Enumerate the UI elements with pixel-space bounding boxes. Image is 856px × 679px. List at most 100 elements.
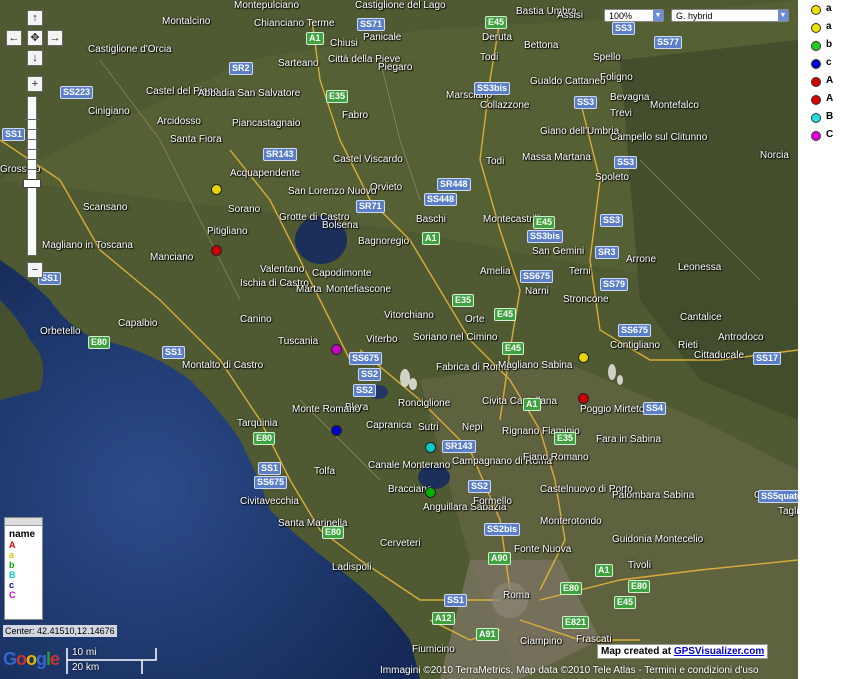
road-shield: E80 (322, 526, 345, 539)
place-label: Chiusi (330, 38, 358, 49)
map-type-value: G. hybrid (676, 11, 713, 21)
place-label: Santa Fiora (170, 134, 222, 145)
road-shield: E45 (485, 16, 508, 29)
place-label: Terni (569, 266, 591, 277)
place-label: Panicale (363, 32, 402, 43)
road-shield: SR143 (263, 148, 297, 161)
place-label: Cinigiano (88, 106, 130, 117)
road-shield: E45 (494, 308, 517, 321)
waypoint-dot-icon (811, 41, 821, 51)
legend-title: name (9, 529, 36, 540)
pan-down-button[interactable]: ↓ (27, 50, 43, 66)
waypoint-dot-icon (811, 113, 821, 123)
legend-item: C (9, 590, 16, 600)
waypoint-dot-icon (811, 95, 821, 105)
waypoint-marker[interactable] (331, 425, 342, 436)
waypoint-marker[interactable] (211, 245, 222, 256)
place-label: Fonte Nuova (514, 544, 572, 555)
road-shield: SS448 (424, 193, 458, 206)
waypoint-dot-icon (811, 23, 821, 33)
place-label: Montalto di Castro (182, 360, 264, 371)
waypoint-dot-icon (811, 5, 821, 15)
waypoint-list-item[interactable]: B (808, 110, 854, 128)
pan-right-button[interactable]: → (47, 30, 63, 46)
place-label: Todi (486, 156, 505, 167)
legend-item: b (9, 560, 15, 570)
road-shield: SS77 (654, 36, 683, 49)
pan-up-button[interactable]: ↑ (27, 10, 43, 26)
scale-kilometers: 20 km (72, 662, 100, 673)
place-label: Poggio Mirteto (580, 404, 645, 415)
place-label: Valentano (260, 264, 305, 275)
waypoint-marker[interactable] (425, 442, 436, 453)
road-shield: SR2 (229, 62, 253, 75)
place-label: Tivoli (628, 560, 651, 571)
road-shield: SS17 (753, 352, 782, 365)
place-label: Chianciano Terme (254, 18, 335, 29)
waypoint-label: B (826, 111, 834, 122)
waypoint-marker[interactable] (211, 184, 222, 195)
chevron-down-icon: ▼ (653, 10, 663, 21)
place-label: Scansano (83, 202, 128, 213)
place-label: Monte Romano (292, 404, 361, 415)
place-label: Cerveteri (380, 538, 421, 549)
waypoint-marker[interactable] (578, 393, 589, 404)
map-type-select[interactable]: G. hybrid ▼ (671, 9, 789, 22)
waypoint-list-item[interactable]: A (808, 92, 854, 110)
place-label: San Lorenzo Nuovo (288, 186, 377, 197)
zoom-level-select[interactable]: 100% ▼ (604, 9, 664, 22)
place-label: Marta (296, 284, 322, 295)
pan-left-button[interactable]: ← (6, 30, 22, 46)
place-label: Campello sul Clitunno (610, 132, 708, 143)
center-coordinates: Center: 42.41510,12.14676 (3, 625, 117, 637)
waypoint-marker[interactable] (331, 344, 342, 355)
waypoint-marker[interactable] (425, 487, 436, 498)
place-label: Orbetello (40, 326, 81, 337)
scale-miles: 10 mi (72, 647, 97, 658)
place-label: Antrodoco (718, 332, 764, 343)
zoom-out-button[interactable]: − (27, 262, 43, 278)
place-label: Capalbio (118, 318, 158, 329)
place-label: Ronciglione (398, 398, 451, 409)
zoom-slider[interactable] (23, 96, 41, 256)
place-label: Narni (525, 286, 549, 297)
place-label: Canino (240, 314, 272, 325)
place-label: Fara in Sabina (596, 434, 662, 445)
road-shield: E45 (533, 216, 556, 229)
waypoint-list-item[interactable]: a (808, 20, 854, 38)
map-navigation-control: ↑ ← ✥ → ↓ + − (6, 10, 64, 280)
map-attribution[interactable]: Immagini ©2010 TerraMetrics, Map data ©2… (380, 665, 759, 676)
waypoint-list-item[interactable]: c (808, 56, 854, 74)
place-label: Formello (473, 496, 512, 507)
place-label: Castiglione d'Orcia (88, 44, 172, 55)
map-canvas[interactable]: Montepulciano Castiglione del Lago Bastia … (0, 0, 798, 679)
road-shield: SS79 (600, 278, 629, 291)
waypoint-list-item[interactable]: C (808, 128, 854, 146)
legend-item: A (9, 540, 16, 550)
place-label: Castel Viscardo (333, 154, 403, 165)
road-shield: SR3 (595, 246, 619, 259)
waypoint-dot-icon (811, 77, 821, 87)
place-label: Leonessa (678, 262, 722, 273)
road-shield: SS2 (353, 384, 377, 397)
pan-center-button[interactable]: ✥ (27, 30, 43, 46)
zoom-level-value: 100% (609, 11, 633, 21)
road-shield: SS1 (444, 594, 468, 607)
place-label: Magliano Sabina (498, 360, 573, 371)
road-shield: SS223 (60, 86, 94, 99)
place-label: San Gemini (532, 246, 585, 257)
legend-header-bar[interactable] (5, 518, 42, 526)
waypoint-label: c (826, 57, 832, 68)
place-label: Montalcino (162, 16, 211, 27)
zoom-slider-thumb[interactable] (23, 179, 41, 188)
place-label: Sorano (228, 204, 261, 215)
waypoint-marker[interactable] (578, 352, 589, 363)
place-label: Norcia (760, 150, 789, 161)
zoom-in-button[interactable]: + (27, 76, 43, 92)
waypoint-list-item[interactable]: b (808, 38, 854, 56)
waypoint-list-item[interactable]: a (808, 2, 854, 20)
place-label: Canale Monterano (368, 460, 451, 471)
waypoint-list-item[interactable]: A (808, 74, 854, 92)
place-label: Monterotondo (540, 516, 602, 527)
gpsvisualizer-link[interactable]: GPSVisualizer.com (674, 646, 764, 657)
